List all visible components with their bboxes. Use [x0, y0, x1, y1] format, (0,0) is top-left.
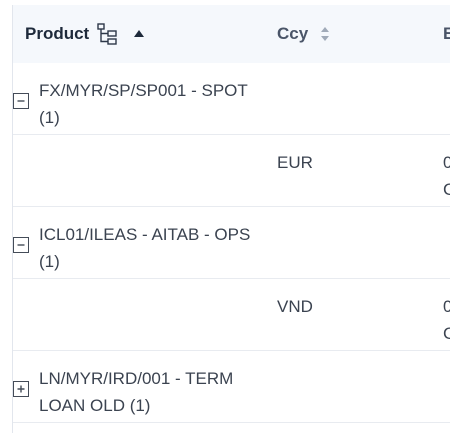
ccy-cell: EUR [277, 153, 313, 172]
third-cell-line: 0 [443, 149, 450, 176]
column-header-ccy[interactable]: Ccy [277, 5, 330, 63]
group-row[interactable]: FX/MYR/SP/SP001 - SPOT (1) [13, 63, 450, 135]
collapse-icon[interactable] [13, 93, 29, 109]
column-header-third-label: E [443, 24, 450, 44]
group-cell: LN/MYR/IRD/001 - TERM LOAN OLD (1) [13, 365, 263, 419]
tree-grouping-icon[interactable] [97, 23, 117, 45]
third-cell-line: C [443, 176, 450, 203]
column-header-product-label: Product [25, 24, 90, 43]
group-row[interactable]: ICL01/ILEAS - AITAB - OPS (1) [13, 207, 450, 279]
ccy-cell: VND [277, 297, 313, 316]
group-label: LN/MYR/IRD/001 - TERM LOAN OLD (1) [39, 369, 234, 415]
detail-row[interactable]: VND 0 C [13, 279, 450, 351]
third-cell-line: 0 [443, 293, 450, 320]
group-cell: ICL01/ILEAS - AITAB - OPS (1) [13, 221, 263, 275]
column-header-third[interactable]: E [443, 5, 450, 63]
group-label: FX/MYR/SP/SP001 - SPOT (1) [39, 81, 248, 127]
sort-neutral-icon[interactable] [320, 26, 330, 42]
third-cell-line: C [443, 320, 450, 347]
expand-icon[interactable] [13, 381, 29, 397]
third-cell: 0 C [443, 293, 450, 347]
group-cell: FX/MYR/SP/SP001 - SPOT (1) [13, 77, 263, 131]
grid-header: Product Ccy [13, 5, 450, 64]
group-label: ICL01/ILEAS - AITAB - OPS (1) [39, 225, 251, 271]
detail-row[interactable]: EUR 0 C [13, 135, 450, 207]
column-header-ccy-label: Ccy [277, 24, 309, 43]
sort-ascending-icon[interactable] [133, 29, 145, 39]
group-row[interactable]: LN/MYR/IRD/001 - TERM LOAN OLD (1) [13, 351, 450, 423]
third-cell: 0 C [443, 149, 450, 203]
column-header-product[interactable]: Product [25, 5, 145, 63]
collapse-icon[interactable] [13, 237, 29, 253]
data-grid: Product Ccy FX/MYR/SP/SP001 - SPOT (1) E… [12, 5, 450, 433]
